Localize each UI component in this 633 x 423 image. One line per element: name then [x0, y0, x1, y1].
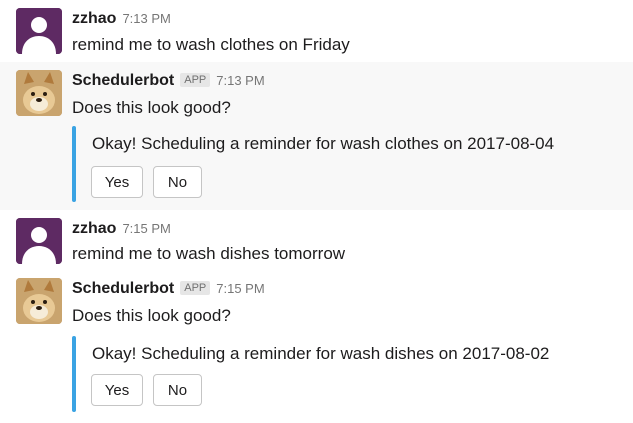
yes-button[interactable]: Yes [91, 374, 143, 406]
author-name[interactable]: zzhao [72, 220, 116, 237]
message-text: Does this look good? [72, 98, 231, 117]
timestamp[interactable]: 7:15 PM [216, 281, 264, 296]
message-item: zzhao 7:15 PM remind me to wash dishes to… [0, 210, 633, 270]
app-badge: APP [180, 281, 211, 295]
message-header: zzhao 7:15 PM [72, 220, 171, 238]
message-header: Schedulerbot APP 7:15 PM [72, 280, 265, 298]
timestamp[interactable]: 7:13 PM [216, 73, 264, 88]
attachment-text: Okay! Scheduling a reminder for wash clo… [92, 134, 555, 153]
message-header: Schedulerbot APP 7:13 PM [72, 72, 265, 90]
user-avatar-icon[interactable] [16, 218, 62, 264]
doge-avatar-icon[interactable] [16, 70, 62, 116]
doge-avatar-icon[interactable] [16, 278, 62, 324]
message-text: remind me to wash clothes on Friday [72, 35, 350, 54]
timestamp[interactable]: 7:15 PM [122, 221, 170, 236]
yes-button[interactable]: Yes [91, 166, 143, 198]
user-avatar-icon[interactable] [16, 8, 62, 54]
message-item: Schedulerbot APP 7:13 PM Does this look go… [0, 62, 633, 210]
message-item: zzhao 7:13 PM remind me to wash clothes o… [0, 0, 633, 62]
timestamp[interactable]: 7:13 PM [122, 11, 170, 26]
author-name[interactable]: Schedulerbot [72, 280, 174, 297]
author-name[interactable]: Schedulerbot [72, 72, 174, 89]
attachment-bar [72, 126, 76, 202]
message-feed: zzhao 7:13 PM remind me to wash clothes o… [0, 0, 633, 423]
message-item: Schedulerbot APP 7:15 PM Does this look go… [0, 270, 633, 420]
attachment-bar [72, 336, 76, 412]
no-button[interactable]: No [153, 374, 202, 406]
attachment-text: Okay! Scheduling a reminder for wash dis… [92, 344, 550, 363]
message-text: remind me to wash dishes tomorrow [72, 244, 346, 263]
message-attachment: Okay! Scheduling a reminder for wash dis… [72, 336, 612, 412]
app-badge: APP [180, 73, 211, 87]
message-attachment: Okay! Scheduling a reminder for wash clo… [72, 126, 612, 202]
no-button[interactable]: No [153, 166, 202, 198]
author-name[interactable]: zzhao [72, 10, 116, 27]
message-text: Does this look good? [72, 306, 231, 325]
message-header: zzhao 7:13 PM [72, 10, 171, 28]
